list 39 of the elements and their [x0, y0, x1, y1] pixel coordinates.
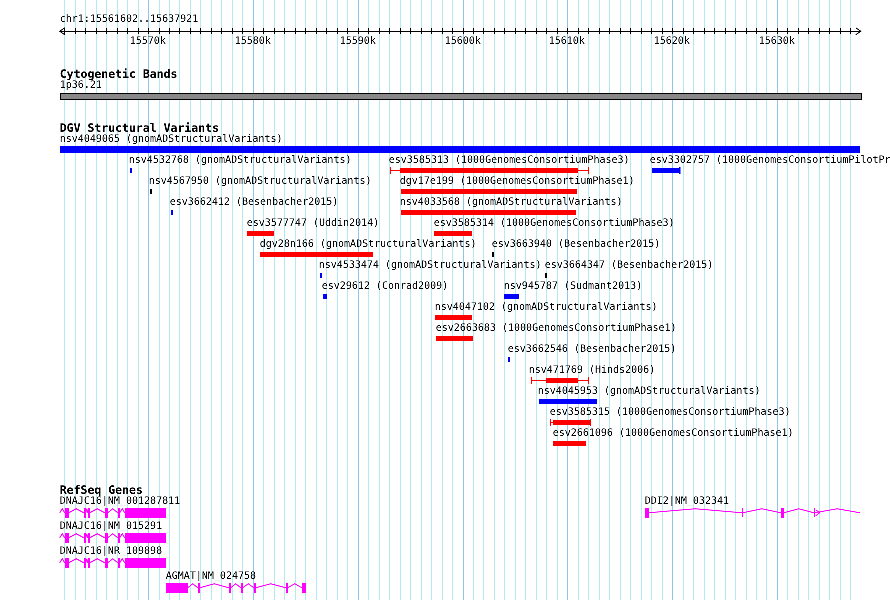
tick-label: 15580k [234, 36, 272, 48]
variant-label: esv29612 (Conrad2009) [322, 281, 448, 293]
variant-label: esv3663940 (Besenbacher2015) [492, 239, 661, 251]
variant-label: dgv17e199 (1000GenomesConsortiumPhase1) [400, 176, 635, 188]
variant-label: nsv4532768 (gnomADStructuralVariants) [129, 155, 352, 167]
variant-label: nsv4049065 (gnomADStructuralVariants) [60, 134, 283, 146]
band-label: 1p36.21 [60, 80, 102, 92]
tick-label: 15610k [548, 36, 586, 48]
variant-label: nsv4567950 (gnomADStructuralVariants) [149, 176, 372, 188]
track-title: DGV Structural Variants [60, 122, 220, 134]
variant-label: dgv28n166 (gnomADStructuralVariants) [260, 239, 477, 251]
variant-label: esv3662412 (Besenbacher2015) [170, 197, 339, 209]
variant-label: nsv4533474 (gnomADStructuralVariants) [319, 260, 542, 272]
variant-label: nsv4045953 (gnomADStructuralVariants) [538, 386, 761, 398]
variant-label: esv3585315 (1000GenomesConsortiumPhase3) [550, 407, 791, 419]
gene-label: DNAJC16|NM_001287811 [60, 496, 180, 508]
variant-label: nsv945787 (Sudmant2013) [504, 281, 642, 293]
gene-label: DNAJC16|NM_015291 [60, 521, 162, 533]
tick-label: 15590k [340, 36, 376, 48]
variant-label: esv2663683 (1000GenomesConsortiumPhase1) [436, 323, 677, 335]
variant-label: esv3577747 (Uddin2014) [247, 218, 380, 230]
variant-label: nsv471769 (Hinds2006) [529, 365, 656, 377]
variant-label: esv3585313 (1000GenomesConsortiumPhase3) [389, 155, 630, 167]
variant-label: esv2661096 (1000GenomesConsortiumPhase1) [553, 428, 794, 440]
variant-label: esv3664347 (Besenbacher2015) [545, 260, 714, 272]
location-label: chr1:15561602..15637921 [60, 14, 198, 26]
tick-label: 15630k [758, 36, 796, 48]
gene-label: AGMAT|NM_024758 [166, 571, 256, 583]
variant-label: nsv4047102 (gnomADStructuralVariants) [435, 302, 658, 314]
variant-label: nsv4033568 (gnomADStructuralVariants) [400, 197, 623, 209]
tick-label: 15620k [654, 36, 690, 48]
variant-label: esv3662546 (Besenbacher2015) [508, 344, 677, 356]
tick-label: 15600k [444, 36, 482, 48]
gene-label: DDI2|NM_032341 [645, 496, 730, 508]
tick-label: 15570k [130, 36, 166, 48]
variant-label: esv3585314 (1000GenomesConsortiumPhase3) [434, 218, 675, 230]
gene-label: DNAJC16|NR_109898 [60, 546, 162, 558]
track-title: Cytogenetic Bands [60, 68, 178, 80]
track-title: RefSeq Genes [60, 484, 144, 496]
